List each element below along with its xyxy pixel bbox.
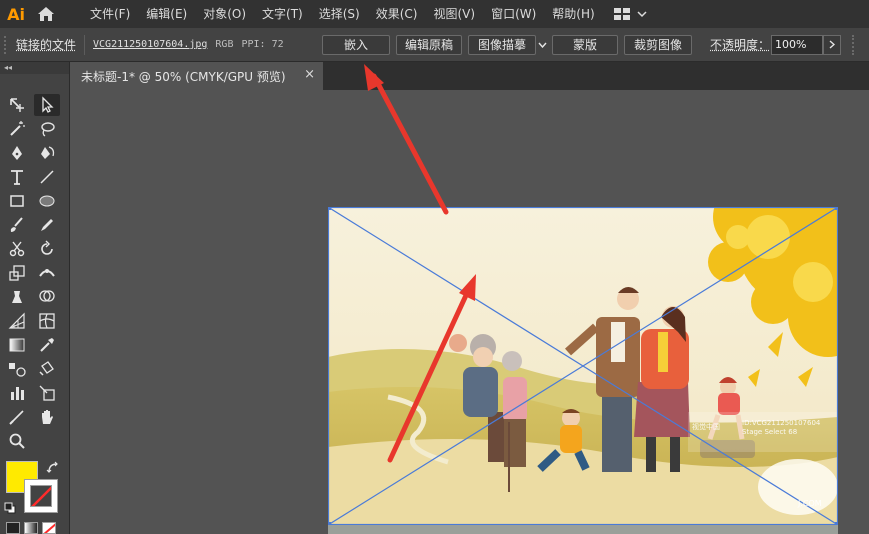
default-colors-icon[interactable] — [4, 502, 16, 514]
eyedropper-tool-icon[interactable] — [34, 334, 60, 356]
linked-file-label[interactable]: 链接的文件 — [16, 36, 76, 53]
shape-builder-tool-icon[interactable] — [34, 286, 60, 308]
live-paint-bucket-tool-icon[interactable] — [34, 358, 60, 380]
home-icon[interactable] — [32, 0, 60, 28]
color-mode: RGB — [215, 39, 234, 50]
menu-object[interactable]: 对象(O) — [195, 0, 254, 28]
puppet-warp-tool-icon[interactable] — [4, 286, 30, 308]
menu-bar: Ai 文件(F) 编辑(E) 对象(O) 文字(T) 选择(S) 效果(C) 视… — [0, 0, 869, 28]
column-graph-tool-icon[interactable] — [4, 382, 30, 404]
image-trace-dropdown[interactable] — [537, 35, 548, 55]
menu-help[interactable]: 帮助(H) — [544, 0, 602, 28]
menu-effect[interactable]: 效果(C) — [368, 0, 426, 28]
pencil-tool-icon[interactable] — [34, 214, 60, 236]
lasso-tool-icon[interactable] — [34, 118, 60, 140]
chevron-down-icon — [538, 42, 547, 48]
illustration — [328, 207, 838, 525]
watermark-sub-text: Stage Select 68 — [742, 428, 798, 436]
watermark-site: J.COM — [798, 499, 822, 508]
watermark-brand: 视觉中国 — [692, 423, 720, 431]
blend-tool-icon[interactable] — [4, 358, 30, 380]
chevron-down-icon — [637, 11, 647, 18]
swap-icon[interactable] — [46, 461, 60, 475]
magic-wand-tool-icon[interactable] — [4, 118, 30, 140]
pen-nib-icon[interactable] — [4, 406, 30, 428]
control-bar: 链接的文件 VCG211250107604.jpg RGB PPI: 72 嵌入… — [0, 28, 869, 62]
document-tab-bar: 未标题-1* @ 50% (CMYK/GPU 预览) × — [71, 62, 869, 90]
rotate-tool-icon[interactable] — [34, 238, 60, 260]
gradient-mode-button[interactable] — [24, 522, 38, 534]
color-mode-button[interactable] — [6, 522, 20, 534]
zoom-tool-icon[interactable] — [4, 430, 30, 452]
document-tab-label: 未标题-1* @ 50% (CMYK/GPU 预览) — [81, 69, 286, 84]
line-tool-icon[interactable] — [34, 166, 60, 188]
watermark-id: ID:VCG211250107604 Stage Select 68 — [742, 419, 820, 437]
width-tool-icon[interactable] — [34, 262, 60, 284]
chevron-right-icon — [829, 40, 835, 49]
slice-tool-icon[interactable] — [34, 382, 60, 404]
menu-select[interactable]: 选择(S) — [311, 0, 368, 28]
opacity-label[interactable]: 不透明度： — [710, 36, 770, 53]
watermark-id-text: ID:VCG211250107604 — [742, 419, 821, 427]
paintbrush-tool-icon[interactable] — [4, 214, 30, 236]
menu-type[interactable]: 文字(T) — [254, 0, 311, 28]
menu-view[interactable]: 视图(V) — [425, 0, 483, 28]
scissors-tool-icon[interactable] — [4, 238, 30, 260]
image-trace-button[interactable]: 图像描摹 — [468, 34, 536, 55]
embed-button[interactable]: 嵌入 — [322, 34, 390, 55]
opacity-input[interactable]: 100% — [771, 34, 823, 55]
divider — [84, 34, 86, 55]
panel-grip[interactable] — [4, 35, 10, 54]
workspace-switcher-icon — [613, 8, 630, 20]
close-icon[interactable]: × — [304, 68, 315, 82]
hand-tool-icon[interactable] — [34, 406, 60, 428]
rectangle-tool-icon[interactable] — [4, 190, 30, 212]
mask-button[interactable]: 蒙版 — [552, 34, 618, 55]
main-menu: 文件(F) 编辑(E) 对象(O) 文字(T) 选择(S) 效果(C) 视图(V… — [82, 0, 603, 28]
placed-image[interactable]: 视觉中国 ID:VCG211250107604 Stage Select 68 … — [328, 207, 838, 525]
type-tool-icon[interactable] — [4, 166, 30, 188]
color-mode-row — [6, 522, 56, 534]
linked-filename[interactable]: VCG211250107604.jpg — [93, 39, 207, 50]
crop-image-button[interactable]: 裁剪图像 — [624, 34, 692, 55]
collapse-icon[interactable]: ◂◂ — [0, 62, 69, 74]
curvature-tool-icon[interactable] — [34, 142, 60, 164]
menu-window[interactable]: 窗口(W) — [483, 0, 544, 28]
ppi-value: PPI: 72 — [241, 39, 284, 50]
mesh-tool-icon[interactable] — [34, 310, 60, 332]
pen-tool-icon[interactable] — [4, 142, 30, 164]
scale-tool-icon[interactable] — [4, 262, 30, 284]
document-tab[interactable]: 未标题-1* @ 50% (CMYK/GPU 预览) × — [71, 62, 323, 90]
menu-file[interactable]: 文件(F) — [82, 0, 138, 28]
gradient-tool-icon[interactable] — [4, 334, 30, 356]
artboard-tool-icon[interactable] — [4, 94, 30, 116]
panel-grip[interactable] — [852, 34, 866, 55]
opacity-dropdown[interactable] — [823, 34, 841, 55]
menu-edit[interactable]: 编辑(E) — [138, 0, 195, 28]
perspective-grid-tool-icon[interactable] — [4, 310, 30, 332]
image-strip — [328, 525, 838, 534]
workspace-switcher[interactable] — [613, 7, 647, 21]
stroke-color-swatch[interactable] — [24, 479, 58, 513]
edit-original-button[interactable]: 编辑原稿 — [396, 34, 462, 55]
tools-panel: ◂◂ — [0, 62, 70, 534]
none-mode-button[interactable] — [42, 522, 56, 534]
app-logo: Ai — [7, 4, 25, 24]
canvas-area[interactable]: 视觉中国 ID:VCG211250107604 Stage Select 68 … — [71, 90, 869, 534]
ellipse-tool-icon[interactable] — [34, 190, 60, 212]
stroke-none-indicator — [30, 485, 52, 507]
direct-selection-tool-icon[interactable] — [34, 94, 60, 116]
